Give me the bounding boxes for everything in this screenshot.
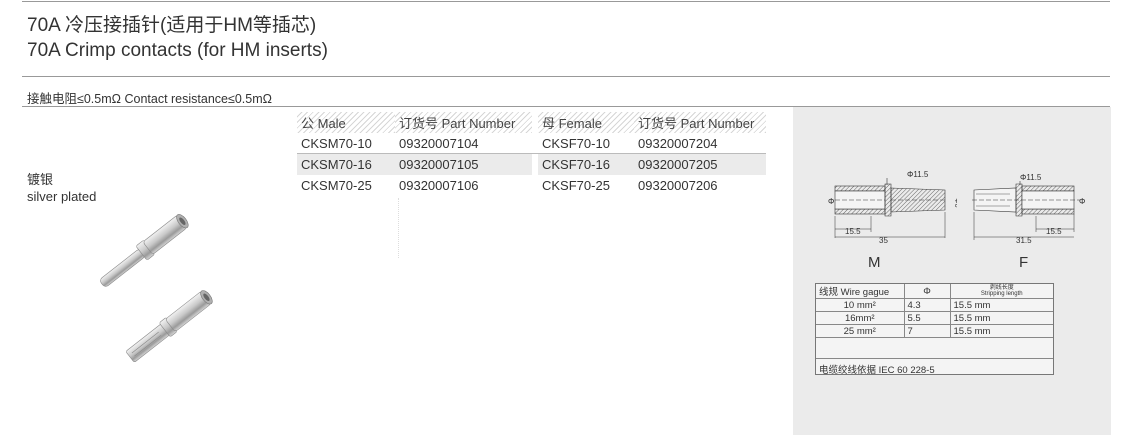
wire-gauge-table: 线规 Wire gague Φ 剥线长度 Stripping length 10… (816, 284, 1053, 338)
wire-strip-length: 15.5 mm (950, 311, 1053, 325)
header-male: 公 Male (297, 112, 395, 133)
female-part-number: 09320007206 (638, 178, 718, 193)
top-rule (22, 1, 1110, 2)
wire-strip-length: 15.5 mm (950, 298, 1053, 312)
female-strip-dim: 15.5 (1046, 227, 1062, 236)
female-code: CKSF70-10 (538, 133, 634, 154)
section-divider (22, 76, 1110, 77)
page-title-zh: 70A 冷压接插针(适用于HM等插芯) (27, 15, 317, 36)
crimp-contacts-photo (100, 214, 213, 362)
stripping-length-en: Stripping length (980, 291, 1023, 297)
page-title-en: 70A Crimp contacts (for HM inserts) (27, 40, 328, 61)
male-part-number: 09320007104 (395, 133, 532, 154)
male-part-number: 09320007106 (399, 178, 479, 193)
female-drawing-label: F (1019, 254, 1029, 271)
female-part-number: 09320007205 (634, 154, 766, 175)
header-female: 母 Female (538, 112, 634, 133)
male-contact-drawing: Φ11.5 Φ Φ6 15.5 35 (828, 170, 957, 245)
female-part-number: 09320007204 (634, 133, 766, 154)
female-contact-image (126, 290, 213, 362)
male-contact-image (100, 214, 189, 287)
female-flange-dim: Φ11.5 (1020, 173, 1042, 182)
header-part-number-male: 订货号 Part Number (395, 112, 532, 133)
plating-label-en: silver plated (27, 189, 97, 204)
wire-diameter: 5.5 (904, 311, 951, 325)
wire-size: 10 mm² (816, 298, 905, 312)
male-total-dim: 35 (879, 236, 888, 245)
part-number-table: 公 Male 订货号 Part Number 母 Female 订货号 Part… (297, 112, 766, 196)
male-part-number: 09320007105 (395, 154, 532, 175)
diameter-header: Φ (904, 284, 951, 299)
male-code: CKSM70-16 (297, 154, 395, 175)
header-part-number-female: 订货号 Part Number (634, 112, 766, 133)
male-strip-dim: 15.5 (845, 227, 861, 236)
wire-gauge-box: 线规 Wire gague Φ 剥线长度 Stripping length 10… (815, 283, 1054, 376)
table-row: CKSM70-16 09320007105 CKSF70-16 09320007… (297, 154, 766, 175)
male-flange-dim: Φ11.5 (907, 170, 929, 179)
wire-diameter: 4.3 (904, 298, 951, 312)
wire-size: 16mm² (816, 311, 905, 325)
wire-gauge-header: 线规 Wire gague (816, 284, 905, 299)
table-row: CKSM70-25 09320007106 CKSF70-25 09320007… (297, 175, 766, 196)
male-drawing-label: M (868, 254, 881, 271)
male-code: CKSM70-25 (301, 178, 372, 193)
contact-resistance-note: 接触电阻≤0.5mΩ Contact resistance≤0.5mΩ (27, 92, 272, 106)
table-row: 16mm² 5.5 15.5 mm (816, 311, 1053, 325)
wire-strip-length: 15.5 mm (950, 324, 1053, 338)
male-left-dim: Φ (828, 197, 834, 206)
wire-diameter: 7 (904, 324, 951, 338)
male-side-dim: Φ6 (953, 198, 957, 208)
column-guide (398, 198, 399, 258)
table-row: CKSM70-10 09320007104 CKSF70-10 09320007… (297, 133, 766, 154)
iec-standard-note: 电缆绞线依据 IEC 60 228-5 (816, 358, 1053, 379)
table-row: 10 mm² 4.3 15.5 mm (816, 298, 1053, 312)
table-row: 25 mm² 7 15.5 mm (816, 324, 1053, 338)
female-code: CKSF70-25 (542, 178, 610, 193)
plating-label-zh: 镀银 (27, 172, 54, 187)
drawing-panel (793, 107, 1111, 435)
wire-table-header: 线规 Wire gague Φ 剥线长度 Stripping length (816, 284, 1053, 299)
female-right-dim: Φ (1079, 197, 1085, 206)
stripping-length-header: 剥线长度 Stripping length (950, 284, 1053, 299)
female-total-dim: 31.5 (1016, 236, 1032, 245)
male-code: CKSM70-10 (297, 133, 395, 154)
female-contact-drawing: Φ11.5 Φ 15.5 31.5 (972, 173, 1085, 245)
wire-size: 25 mm² (816, 324, 905, 338)
female-code: CKSF70-16 (538, 154, 634, 175)
table-header-row: 公 Male 订货号 Part Number 母 Female 订货号 Part… (297, 112, 766, 133)
